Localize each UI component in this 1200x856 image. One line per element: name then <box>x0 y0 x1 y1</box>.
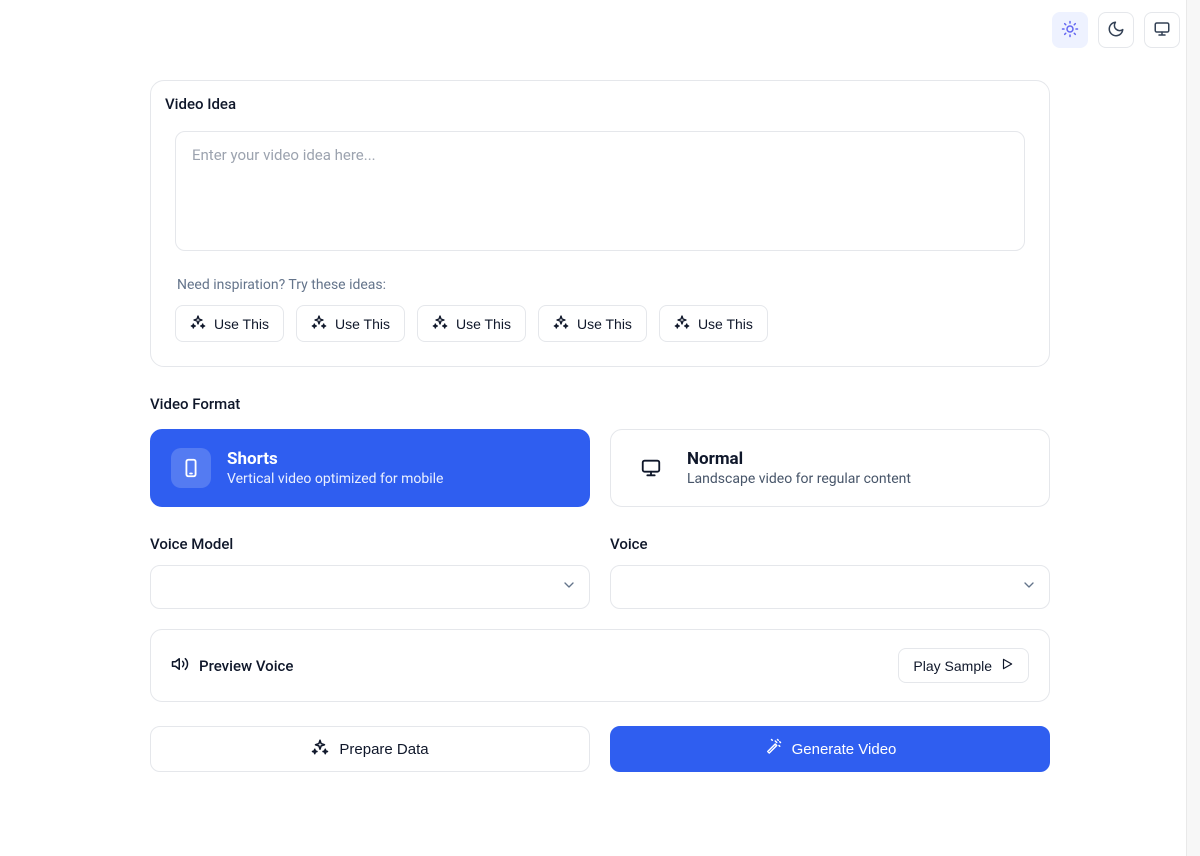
sparkles-icon <box>311 314 327 333</box>
sparkles-icon <box>190 314 206 333</box>
sparkles-icon <box>674 314 690 333</box>
play-sample-label: Play Sample <box>913 658 992 674</box>
preview-voice-label: Preview Voice <box>199 657 293 675</box>
scrollbar[interactable] <box>1186 0 1200 856</box>
video-idea-input[interactable] <box>175 131 1025 251</box>
video-idea-title: Video Idea <box>165 95 1025 113</box>
generate-video-label: Generate Video <box>792 741 897 758</box>
format-option-normal[interactable]: Normal Landscape video for regular conte… <box>610 429 1050 507</box>
format-desc: Landscape video for regular content <box>687 470 911 488</box>
prepare-data-label: Prepare Data <box>339 741 428 758</box>
suggestion-button[interactable]: Use This <box>538 305 647 342</box>
suggestion-label: Use This <box>214 316 269 332</box>
theme-system-button[interactable] <box>1144 12 1180 48</box>
monitor-icon <box>631 448 671 488</box>
suggestion-label: Use This <box>456 316 511 332</box>
monitor-icon <box>1153 20 1171 41</box>
play-icon <box>1000 657 1014 674</box>
format-title: Normal <box>687 448 911 470</box>
wand-icon <box>764 738 782 760</box>
chevron-down-icon <box>1021 577 1037 597</box>
voice-label: Voice <box>610 535 1050 553</box>
sparkles-icon <box>553 314 569 333</box>
suggestion-button[interactable]: Use This <box>417 305 526 342</box>
prepare-data-button[interactable]: Prepare Data <box>150 726 590 772</box>
format-desc: Vertical video optimized for mobile <box>227 470 443 488</box>
volume-icon <box>171 655 189 677</box>
voice-model-label: Voice Model <box>150 535 590 553</box>
suggestion-label: Use This <box>698 316 753 332</box>
play-sample-button[interactable]: Play Sample <box>898 648 1029 683</box>
sparkles-icon <box>311 738 329 760</box>
format-title: Shorts <box>227 448 443 470</box>
format-option-shorts[interactable]: Shorts Vertical video optimized for mobi… <box>150 429 590 507</box>
preview-voice-bar: Preview Voice Play Sample <box>150 629 1050 702</box>
inspiration-label: Need inspiration? Try these ideas: <box>177 277 1025 293</box>
suggestion-button[interactable]: Use This <box>296 305 405 342</box>
suggestion-label: Use This <box>335 316 390 332</box>
voice-select[interactable] <box>610 565 1050 609</box>
video-idea-card: Video Idea Need inspiration? Try these i… <box>150 80 1050 367</box>
theme-dark-button[interactable] <box>1098 12 1134 48</box>
suggestion-label: Use This <box>577 316 632 332</box>
sun-icon <box>1061 20 1079 41</box>
theme-light-button[interactable] <box>1052 12 1088 48</box>
sparkles-icon <box>432 314 448 333</box>
suggestion-button[interactable]: Use This <box>175 305 284 342</box>
smartphone-icon <box>171 448 211 488</box>
moon-icon <box>1107 20 1125 41</box>
generate-video-button[interactable]: Generate Video <box>610 726 1050 772</box>
voice-model-select[interactable] <box>150 565 590 609</box>
chevron-down-icon <box>561 577 577 597</box>
video-format-title: Video Format <box>150 395 1050 413</box>
suggestion-button[interactable]: Use This <box>659 305 768 342</box>
